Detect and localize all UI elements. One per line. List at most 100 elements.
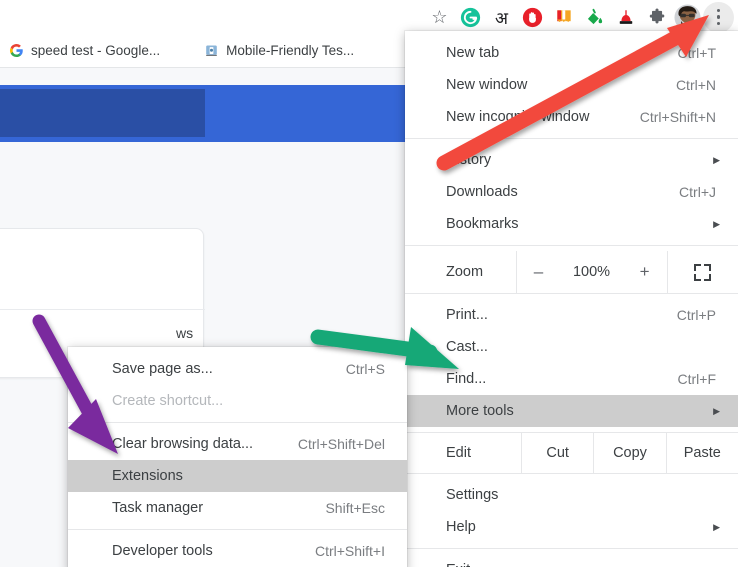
submenu-item-save-page-as[interactable]: Save page as... Ctrl+S <box>68 353 407 385</box>
menu-item-label: Extensions <box>112 468 183 484</box>
toolbar-icon-row: ☆ अ <box>424 0 734 34</box>
menu-item-print[interactable]: Print... Ctrl+P <box>405 299 738 331</box>
menu-item-find[interactable]: Find... Ctrl+F <box>405 363 738 395</box>
paint-bucket-extension-icon[interactable] <box>579 2 610 33</box>
bookmark-item-mobile-friendly-test[interactable]: Mobile-Friendly Tes... <box>197 40 361 61</box>
fullscreen-button[interactable] <box>668 251 738 293</box>
paste-button[interactable]: Paste <box>665 433 738 473</box>
menu-item-label: Exit <box>446 562 470 567</box>
chrome-three-dot-menu-icon[interactable] <box>703 1 734 33</box>
zoom-label: Zoom <box>446 264 484 280</box>
menu-item-label: Cast... <box>446 339 488 355</box>
zoom-controls: – 100% + <box>515 251 668 293</box>
browser-window: ws ☆ अ speed test - Google... Mobile-Fri… <box>0 0 738 567</box>
marker-highlighter-extension-icon[interactable] <box>548 2 579 33</box>
zoom-level-value: 100% <box>572 264 611 280</box>
profile-avatar[interactable] <box>672 2 703 33</box>
menu-item-label: Settings <box>446 487 499 503</box>
copy-button[interactable]: Copy <box>593 433 665 473</box>
menu-item-label: Downloads <box>446 184 518 200</box>
submenu-item-task-manager[interactable]: Task manager Shift+Esc <box>68 492 407 524</box>
menu-item-shortcut: Ctrl+P <box>676 307 716 323</box>
browser-toolbar: ☆ अ <box>0 0 738 34</box>
three-dots-glyph <box>716 9 721 25</box>
menu-item-settings[interactable]: Settings <box>405 479 738 511</box>
submenu-item-create-shortcut: Create shortcut... <box>68 385 407 417</box>
menu-item-label: History <box>446 152 492 168</box>
chevron-right-icon: ▶ <box>713 405 720 416</box>
menu-item-label: Help <box>446 519 476 535</box>
bookmark-label: speed test - Google... <box>31 43 161 58</box>
menu-item-label: Clear browsing data... <box>112 436 254 452</box>
menu-item-shortcut: Ctrl+T <box>677 45 717 61</box>
menu-item-shortcut: Ctrl+N <box>675 77 716 93</box>
menu-item-downloads[interactable]: Downloads Ctrl+J <box>405 176 738 208</box>
submenu-item-clear-browsing-data[interactable]: Clear browsing data... Ctrl+Shift+Del <box>68 428 407 460</box>
chevron-right-icon: ▶ <box>713 218 720 229</box>
menu-item-new-window[interactable]: New window Ctrl+N <box>405 69 738 101</box>
submenu-item-extensions[interactable]: Extensions <box>68 460 407 492</box>
card-text: ws <box>176 325 194 341</box>
grammarly-extension-icon[interactable] <box>455 2 486 33</box>
zoom-out-button[interactable]: – <box>517 262 561 282</box>
menu-item-new-incognito-window[interactable]: New incognito window Ctrl+Shift+N <box>405 101 738 133</box>
menu-separator <box>68 529 407 530</box>
menu-item-history[interactable]: History ▶ <box>405 144 738 176</box>
menu-item-label: Bookmarks <box>446 216 519 232</box>
menu-item-more-tools[interactable]: More tools ▶ <box>405 395 738 427</box>
google-favicon <box>9 43 23 58</box>
chevron-right-icon: ▶ <box>713 521 720 532</box>
menu-item-cast[interactable]: Cast... <box>405 331 738 363</box>
menu-item-label: Task manager <box>112 500 204 516</box>
submenu-item-developer-tools[interactable]: Developer tools Ctrl+Shift+I <box>68 535 407 567</box>
paint-bucket-glyph <box>587 8 603 24</box>
star-glyph: ☆ <box>431 7 448 27</box>
grammarly-glyph <box>460 7 481 27</box>
extensions-puzzle-icon[interactable] <box>641 2 672 33</box>
menu-zoom-row: Zoom – 100% + <box>405 251 738 293</box>
menu-separator <box>405 138 738 139</box>
card-divider <box>0 309 205 310</box>
menu-item-help[interactable]: Help ▶ <box>405 511 738 543</box>
bookmark-star-icon[interactable]: ☆ <box>424 2 455 33</box>
avatar-photo <box>674 3 701 31</box>
adblock-extension-icon[interactable] <box>517 2 548 33</box>
edit-label: Edit <box>446 445 471 461</box>
zoom-in-button[interactable]: + <box>623 262 667 282</box>
menu-separator <box>405 548 738 549</box>
menu-item-shortcut: Ctrl+Shift+I <box>314 543 385 559</box>
puzzle-glyph <box>649 8 664 24</box>
menu-item-bookmarks[interactable]: Bookmarks ▶ <box>405 208 738 240</box>
mobile-friendly-test-favicon <box>206 45 217 56</box>
menu-separator <box>68 422 407 423</box>
cut-button[interactable]: Cut <box>521 433 593 473</box>
menu-item-label: Create shortcut... <box>112 393 224 409</box>
menu-item-shortcut: Shift+Esc <box>325 500 385 516</box>
menu-separator <box>405 473 738 474</box>
menu-item-shortcut: Ctrl+Shift+Del <box>297 436 385 452</box>
bookmark-label: Mobile-Friendly Tes... <box>226 43 355 58</box>
devanagari-glyph: अ <box>495 8 508 29</box>
menu-item-label: Find... <box>446 371 487 387</box>
chrome-main-menu: New tab Ctrl+T New window Ctrl+N New inc… <box>405 31 738 567</box>
menu-item-exit[interactable]: Exit <box>405 554 738 567</box>
menu-item-label: Print... <box>446 307 488 323</box>
menu-item-new-tab[interactable]: New tab Ctrl+T <box>405 37 738 69</box>
adblock-glyph <box>522 7 543 27</box>
page-hero-inner-block <box>0 89 205 137</box>
alarm-siren-extension-icon[interactable] <box>610 2 641 33</box>
siren-glyph <box>619 10 632 24</box>
fullscreen-icon <box>694 263 712 281</box>
menu-item-label: New window <box>446 77 528 93</box>
menu-edit-row: Edit Cut Copy Paste <box>405 433 738 473</box>
bookmark-item-speed-test[interactable]: speed test - Google... <box>2 40 167 61</box>
highlighter-glyph <box>556 10 571 23</box>
menu-item-label: Developer tools <box>112 543 213 559</box>
more-tools-submenu: Save page as... Ctrl+S Create shortcut..… <box>68 347 407 567</box>
menu-item-shortcut: Ctrl+S <box>345 361 385 377</box>
menu-item-shortcut: Ctrl+J <box>679 184 716 200</box>
menu-item-shortcut: Ctrl+Shift+N <box>639 109 716 125</box>
menu-separator <box>405 245 738 246</box>
menu-item-label: New incognito window <box>446 109 590 125</box>
hindi-translate-extension-icon[interactable]: अ <box>486 2 517 33</box>
